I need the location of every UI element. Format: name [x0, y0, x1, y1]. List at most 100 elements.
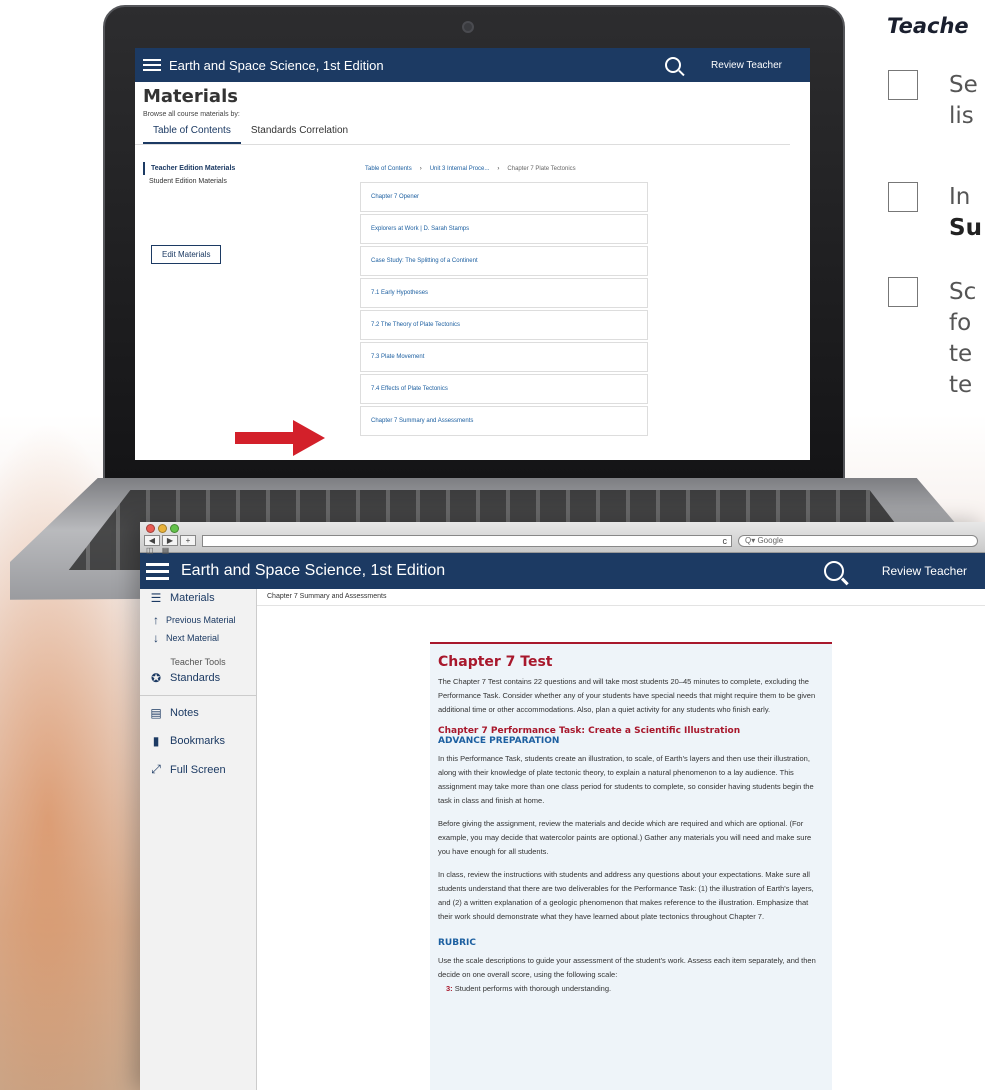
google-search-input[interactable]: Q▾ Google: [738, 535, 978, 547]
list-item[interactable]: Chapter 7 Opener: [360, 182, 648, 212]
bookmark-icon: ▮: [152, 734, 160, 748]
list-item[interactable]: Explorers at Work | D. Sarah Stamps: [360, 214, 648, 244]
score-description: Student performs with thorough understan…: [454, 984, 612, 993]
arrow-down-icon: ↓: [153, 631, 159, 645]
previous-material-link[interactable]: ↑ Previous Material: [140, 613, 256, 627]
sidebar-item-label: Full Screen: [170, 763, 226, 776]
checkbox[interactable]: [888, 182, 918, 212]
list-item[interactable]: 7.4 Effects of Plate Tectonics: [360, 374, 648, 404]
window-controls: [146, 524, 179, 533]
edit-materials-button[interactable]: Edit Materials: [151, 245, 222, 264]
intro-paragraph: The Chapter 7 Test contains 22 questions…: [438, 677, 816, 714]
materials-sidebar: Teacher Edition Materials Student Editio…: [143, 162, 293, 264]
checklist-item: In Su: [888, 182, 982, 244]
chevron-right-icon: ›: [497, 166, 500, 172]
breadcrumb: Chapter 7 Summary and Assessments: [257, 589, 985, 606]
url-input[interactable]: c: [202, 535, 732, 547]
breadcrumb: Table of Contents › Unit 3 Internal Proce.…: [365, 166, 576, 172]
user-name[interactable]: Review Teacher: [882, 564, 967, 578]
next-material-link[interactable]: ↓ Next Material: [140, 631, 256, 645]
search-icon[interactable]: [665, 57, 682, 73]
reload-icon[interactable]: c: [723, 536, 728, 546]
tab-table-of-contents[interactable]: Table of Contents: [143, 120, 241, 144]
sidebar-item-label: Bookmarks: [170, 735, 226, 747]
sidebar-item-label: Notes: [170, 707, 199, 719]
list-item[interactable]: Chapter 7 Summary and Assessments: [360, 406, 648, 436]
minimize-window-button[interactable]: [158, 524, 167, 533]
score-line: 3: Student performs with thorough unders…: [438, 984, 824, 993]
rubric-paragraph: Use the scale descriptions to guide your…: [438, 956, 816, 979]
app-title: Earth and Space Science, 1st Edition: [181, 562, 446, 579]
back-button[interactable]: ◀: [144, 535, 160, 546]
laptop-screen: Earth and Space Science, 1st Edition Rev…: [135, 48, 810, 460]
new-tab-button[interactable]: +: [180, 535, 196, 546]
breadcrumb-item[interactable]: Unit 3 Internal Proce...: [430, 166, 490, 172]
sidebar-item-notes[interactable]: ▤ Notes: [140, 706, 256, 720]
checklist-line: Se: [949, 72, 978, 98]
sidebar-item-fullscreen[interactable]: ⤢ Full Screen: [140, 762, 256, 777]
badge-check-icon: ✪: [150, 671, 162, 685]
checklist-title: Teache: [887, 14, 969, 38]
laptop-user-name[interactable]: Review Teacher: [711, 60, 782, 71]
search-icon[interactable]: [823, 561, 844, 581]
sidebar-item-label: Previous Material: [166, 615, 236, 625]
list-item[interactable]: Case Study: The Splitting of a Continent: [360, 246, 648, 276]
menu-icon[interactable]: [143, 56, 161, 74]
tab-standards-correlation[interactable]: Standards Correlation: [241, 120, 358, 144]
title-rule: [430, 642, 832, 644]
list-item[interactable]: 7.3 Plate Movement: [360, 342, 648, 372]
rubric-heading: RUBRIC: [438, 938, 476, 948]
sidebar-item-label: Next Material: [166, 633, 220, 643]
expand-icon: ⤢: [151, 762, 161, 776]
close-window-button[interactable]: [146, 524, 155, 533]
checklist-line: te: [949, 372, 973, 398]
nav-buttons: ◀ ▶ +: [144, 535, 196, 546]
zoom-window-button[interactable]: [170, 524, 179, 533]
app-header: Earth and Space Science, 1st Edition Rev…: [140, 553, 985, 589]
checklist-item: Se lis: [888, 70, 978, 132]
teacher-tools-heading: Teacher Tools: [170, 657, 226, 667]
paragraph: Before giving the assignment, review the…: [438, 819, 812, 856]
browser-window: ◀ ▶ + c Q▾ Google ◫ ▦ Earth and Space Sc…: [140, 522, 985, 1090]
laptop-app-bar: Earth and Space Science, 1st Edition Rev…: [135, 48, 810, 82]
checklist-item-text: In Su: [949, 182, 982, 244]
checklist-line: Sc: [949, 279, 977, 305]
breadcrumb-item[interactable]: Table of Contents: [365, 166, 412, 172]
menu-icon[interactable]: [146, 559, 169, 584]
list-item[interactable]: 7.2 The Theory of Plate Tectonics: [360, 310, 648, 340]
checkbox[interactable]: [888, 277, 918, 307]
checklist-line: lis: [949, 103, 974, 129]
chapter-list: Chapter 7 Opener Explorers at Work | D. …: [360, 182, 648, 438]
list-item[interactable]: 7.1 Early Hypotheses: [360, 278, 648, 308]
checklist-line: te: [949, 341, 973, 367]
chevron-right-icon: ›: [419, 166, 422, 172]
sidebar-item-label: Standards: [170, 672, 221, 684]
checklist-item-text: Sc fo te te: [949, 277, 976, 401]
document-content: Chapter 7 Test The Chapter 7 Test contai…: [430, 642, 832, 1090]
checkbox[interactable]: [888, 70, 918, 100]
divider: [140, 695, 256, 696]
list-icon: ☰: [150, 591, 162, 605]
sidebar-item-teacher-edition[interactable]: Teacher Edition Materials: [143, 162, 293, 175]
breadcrumb-current: Chapter 7 Plate Tectonics: [507, 166, 576, 172]
score-number: 3:: [446, 984, 453, 993]
red-arrow-icon: [235, 420, 325, 456]
checklist-item: Sc fo te te: [888, 277, 976, 401]
camera-icon: [462, 21, 474, 33]
paragraph: In this Performance Task, students creat…: [438, 754, 814, 805]
sidebar-item-standards[interactable]: ✪ Standards: [140, 671, 256, 685]
laptop-app-title: Earth and Space Science, 1st Edition: [169, 57, 384, 73]
forward-button[interactable]: ▶: [162, 535, 178, 546]
checklist-line: Su: [949, 215, 982, 241]
sidebar-item-bookmarks[interactable]: ▮ Bookmarks: [140, 734, 256, 748]
browser-chrome: ◀ ▶ + c Q▾ Google ◫ ▦: [140, 522, 985, 555]
checklist-line: fo: [949, 310, 972, 336]
sidebar-item-materials[interactable]: ☰ Materials: [140, 591, 256, 605]
task-heading: Chapter 7 Performance Task: Create a Sci…: [438, 726, 741, 736]
section-title: Chapter 7 Test: [438, 654, 553, 670]
bookmarks-bar-icon[interactable]: ◫ ▦: [146, 546, 172, 555]
prep-heading: ADVANCE PREPARATION: [438, 736, 560, 746]
sidebar-item-label: Materials: [170, 592, 215, 604]
checklist-item-text: Se lis: [949, 70, 978, 132]
sidebar-item-student-edition[interactable]: Student Edition Materials: [143, 175, 293, 188]
